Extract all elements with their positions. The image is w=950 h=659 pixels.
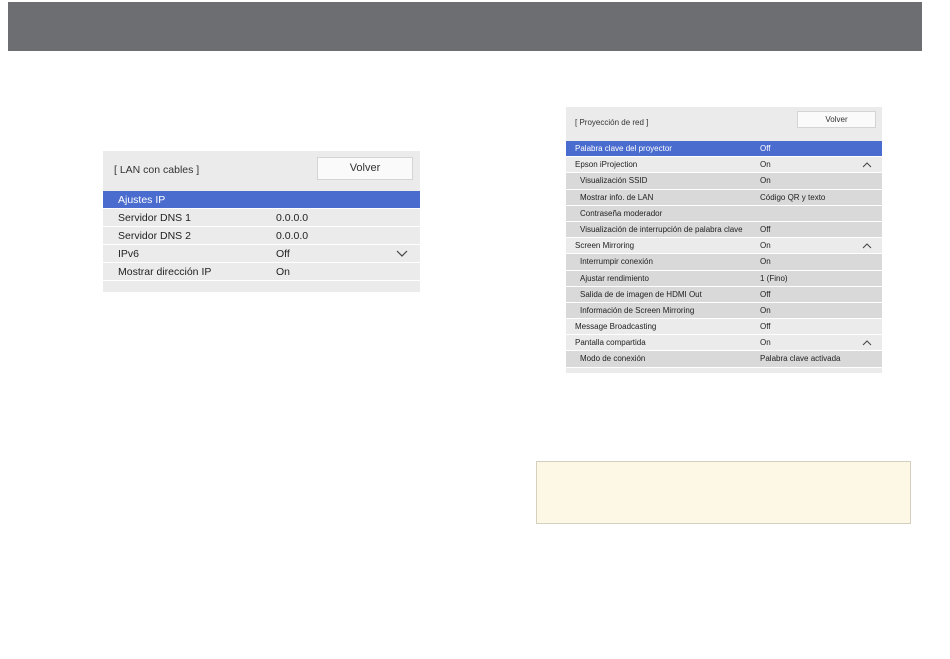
menu-item-label: Servidor DNS 2	[118, 230, 191, 242]
wired-lan-menu: [ LAN con cables ] Volver Ajustes IP Ser…	[103, 151, 420, 292]
menu-title: [ Proyección de red ]	[575, 118, 649, 127]
menu-item-label: Servidor DNS 1	[118, 212, 191, 224]
header-bar	[8, 2, 922, 51]
back-button[interactable]: Volver	[797, 111, 876, 128]
network-projection-menu: [ Proyección de red ] Volver Palabra cla…	[566, 107, 882, 373]
menu-item-value: Palabra clave activada	[760, 354, 841, 364]
menu-title: [ LAN con cables ]	[114, 164, 200, 176]
menu-item-label: Salida de de imagen de HDMI Out	[580, 289, 702, 299]
menu-item-label: Screen Mirroring	[575, 241, 635, 251]
menu-item-dns-server-1[interactable]: Servidor DNS 1 0.0.0.0	[103, 209, 420, 227]
menu-item-value: Código QR y texto	[760, 192, 826, 202]
menu-item-value: On	[760, 305, 771, 315]
menu-item-ip-settings[interactable]: Ajustes IP	[103, 191, 420, 209]
menu-rows: Ajustes IP Servidor DNS 1 0.0.0.0 Servid…	[103, 191, 420, 281]
menu-item-value: On	[760, 257, 771, 267]
menu-item-epson-iprojection[interactable]: Epson iProjection On	[566, 157, 882, 174]
menu-item-label: Visualización SSID	[580, 176, 648, 186]
menu-item-value: Off	[760, 144, 771, 153]
menu-item-projector-keyword[interactable]: Palabra clave del proyector Off	[566, 141, 882, 158]
menu-item-message-broadcasting[interactable]: Message Broadcasting Off	[566, 319, 882, 336]
menu-item-keyword-interrupt-display[interactable]: Visualización de interrupción de palabra…	[566, 221, 882, 239]
menu-item-shared-screen[interactable]: Pantalla compartida On	[566, 335, 882, 352]
menu-item-label: Mostrar info. de LAN	[580, 192, 654, 202]
menu-rows: Palabra clave del proyector Off Epson iP…	[566, 141, 882, 368]
menu-item-value: 1 (Fino)	[760, 273, 788, 283]
menu-item-value: On	[760, 160, 771, 170]
menu-item-value: Off	[760, 289, 771, 299]
menu-item-show-ip-address[interactable]: Mostrar dirección IP On	[103, 263, 420, 281]
menu-item-label: Ajustes IP	[118, 194, 166, 206]
menu-item-label: Palabra clave del proyector	[575, 144, 672, 153]
menu-item-value: Off	[276, 248, 290, 260]
menu-item-label: Pantalla compartida	[575, 338, 646, 348]
chevron-up-icon[interactable]	[862, 339, 872, 346]
menu-item-label: Contraseña moderador	[580, 208, 663, 218]
menu-item-label: Modo de conexión	[580, 354, 646, 364]
menu-item-dns-server-2[interactable]: Servidor DNS 2 0.0.0.0	[103, 227, 420, 245]
menu-item-label: Mostrar dirección IP	[118, 266, 212, 278]
chevron-up-icon[interactable]	[862, 242, 872, 249]
menu-item-interrupt-connection[interactable]: Interrumpir conexión On	[566, 254, 882, 271]
chevron-down-icon[interactable]	[396, 250, 408, 258]
menu-item-value: Off	[760, 322, 771, 332]
menu-item-label: Epson iProjection	[575, 160, 638, 170]
menu-item-value: Off	[760, 224, 771, 234]
menu-item-value: On	[760, 241, 771, 251]
menu-item-screen-mirroring[interactable]: Screen Mirroring On	[566, 238, 882, 255]
menu-item-label: Información de Screen Mirroring	[580, 305, 695, 315]
menu-item-label: Ajustar rendimiento	[580, 273, 649, 283]
menu-item-label: Message Broadcasting	[575, 322, 657, 332]
menu-item-screen-mirroring-info[interactable]: Información de Screen Mirroring On	[566, 302, 882, 320]
back-button[interactable]: Volver	[317, 157, 413, 180]
menu-item-adjust-performance[interactable]: Ajustar rendimiento 1 (Fino)	[566, 270, 882, 287]
menu-item-connection-mode[interactable]: Modo de conexión Palabra clave activada	[566, 351, 882, 368]
menu-header: [ Proyección de red ] Volver	[566, 107, 882, 141]
menu-item-label: Interrumpir conexión	[580, 257, 653, 267]
menu-item-ssid-display[interactable]: Visualización SSID On	[566, 173, 882, 190]
chevron-up-icon[interactable]	[862, 161, 872, 168]
menu-item-moderator-password[interactable]: Contraseña moderador	[566, 205, 882, 222]
note-box	[536, 461, 911, 524]
menu-header: [ LAN con cables ] Volver	[103, 151, 420, 189]
menu-item-hdmi-out-image[interactable]: Salida de de imagen de HDMI Out Off	[566, 286, 882, 303]
menu-item-value: 0.0.0.0	[276, 212, 309, 224]
menu-item-value: 0.0.0.0	[276, 230, 309, 242]
menu-item-value: On	[760, 338, 771, 348]
menu-item-ipv6[interactable]: IPv6 Off	[103, 245, 420, 263]
menu-item-label: IPv6	[118, 248, 140, 260]
menu-item-show-lan-info[interactable]: Mostrar info. de LAN Código QR y texto	[566, 189, 882, 206]
menu-item-label: Visualización de interrupción de palabra…	[580, 224, 743, 234]
menu-item-value: On	[276, 266, 291, 278]
menu-item-value: On	[760, 176, 771, 186]
